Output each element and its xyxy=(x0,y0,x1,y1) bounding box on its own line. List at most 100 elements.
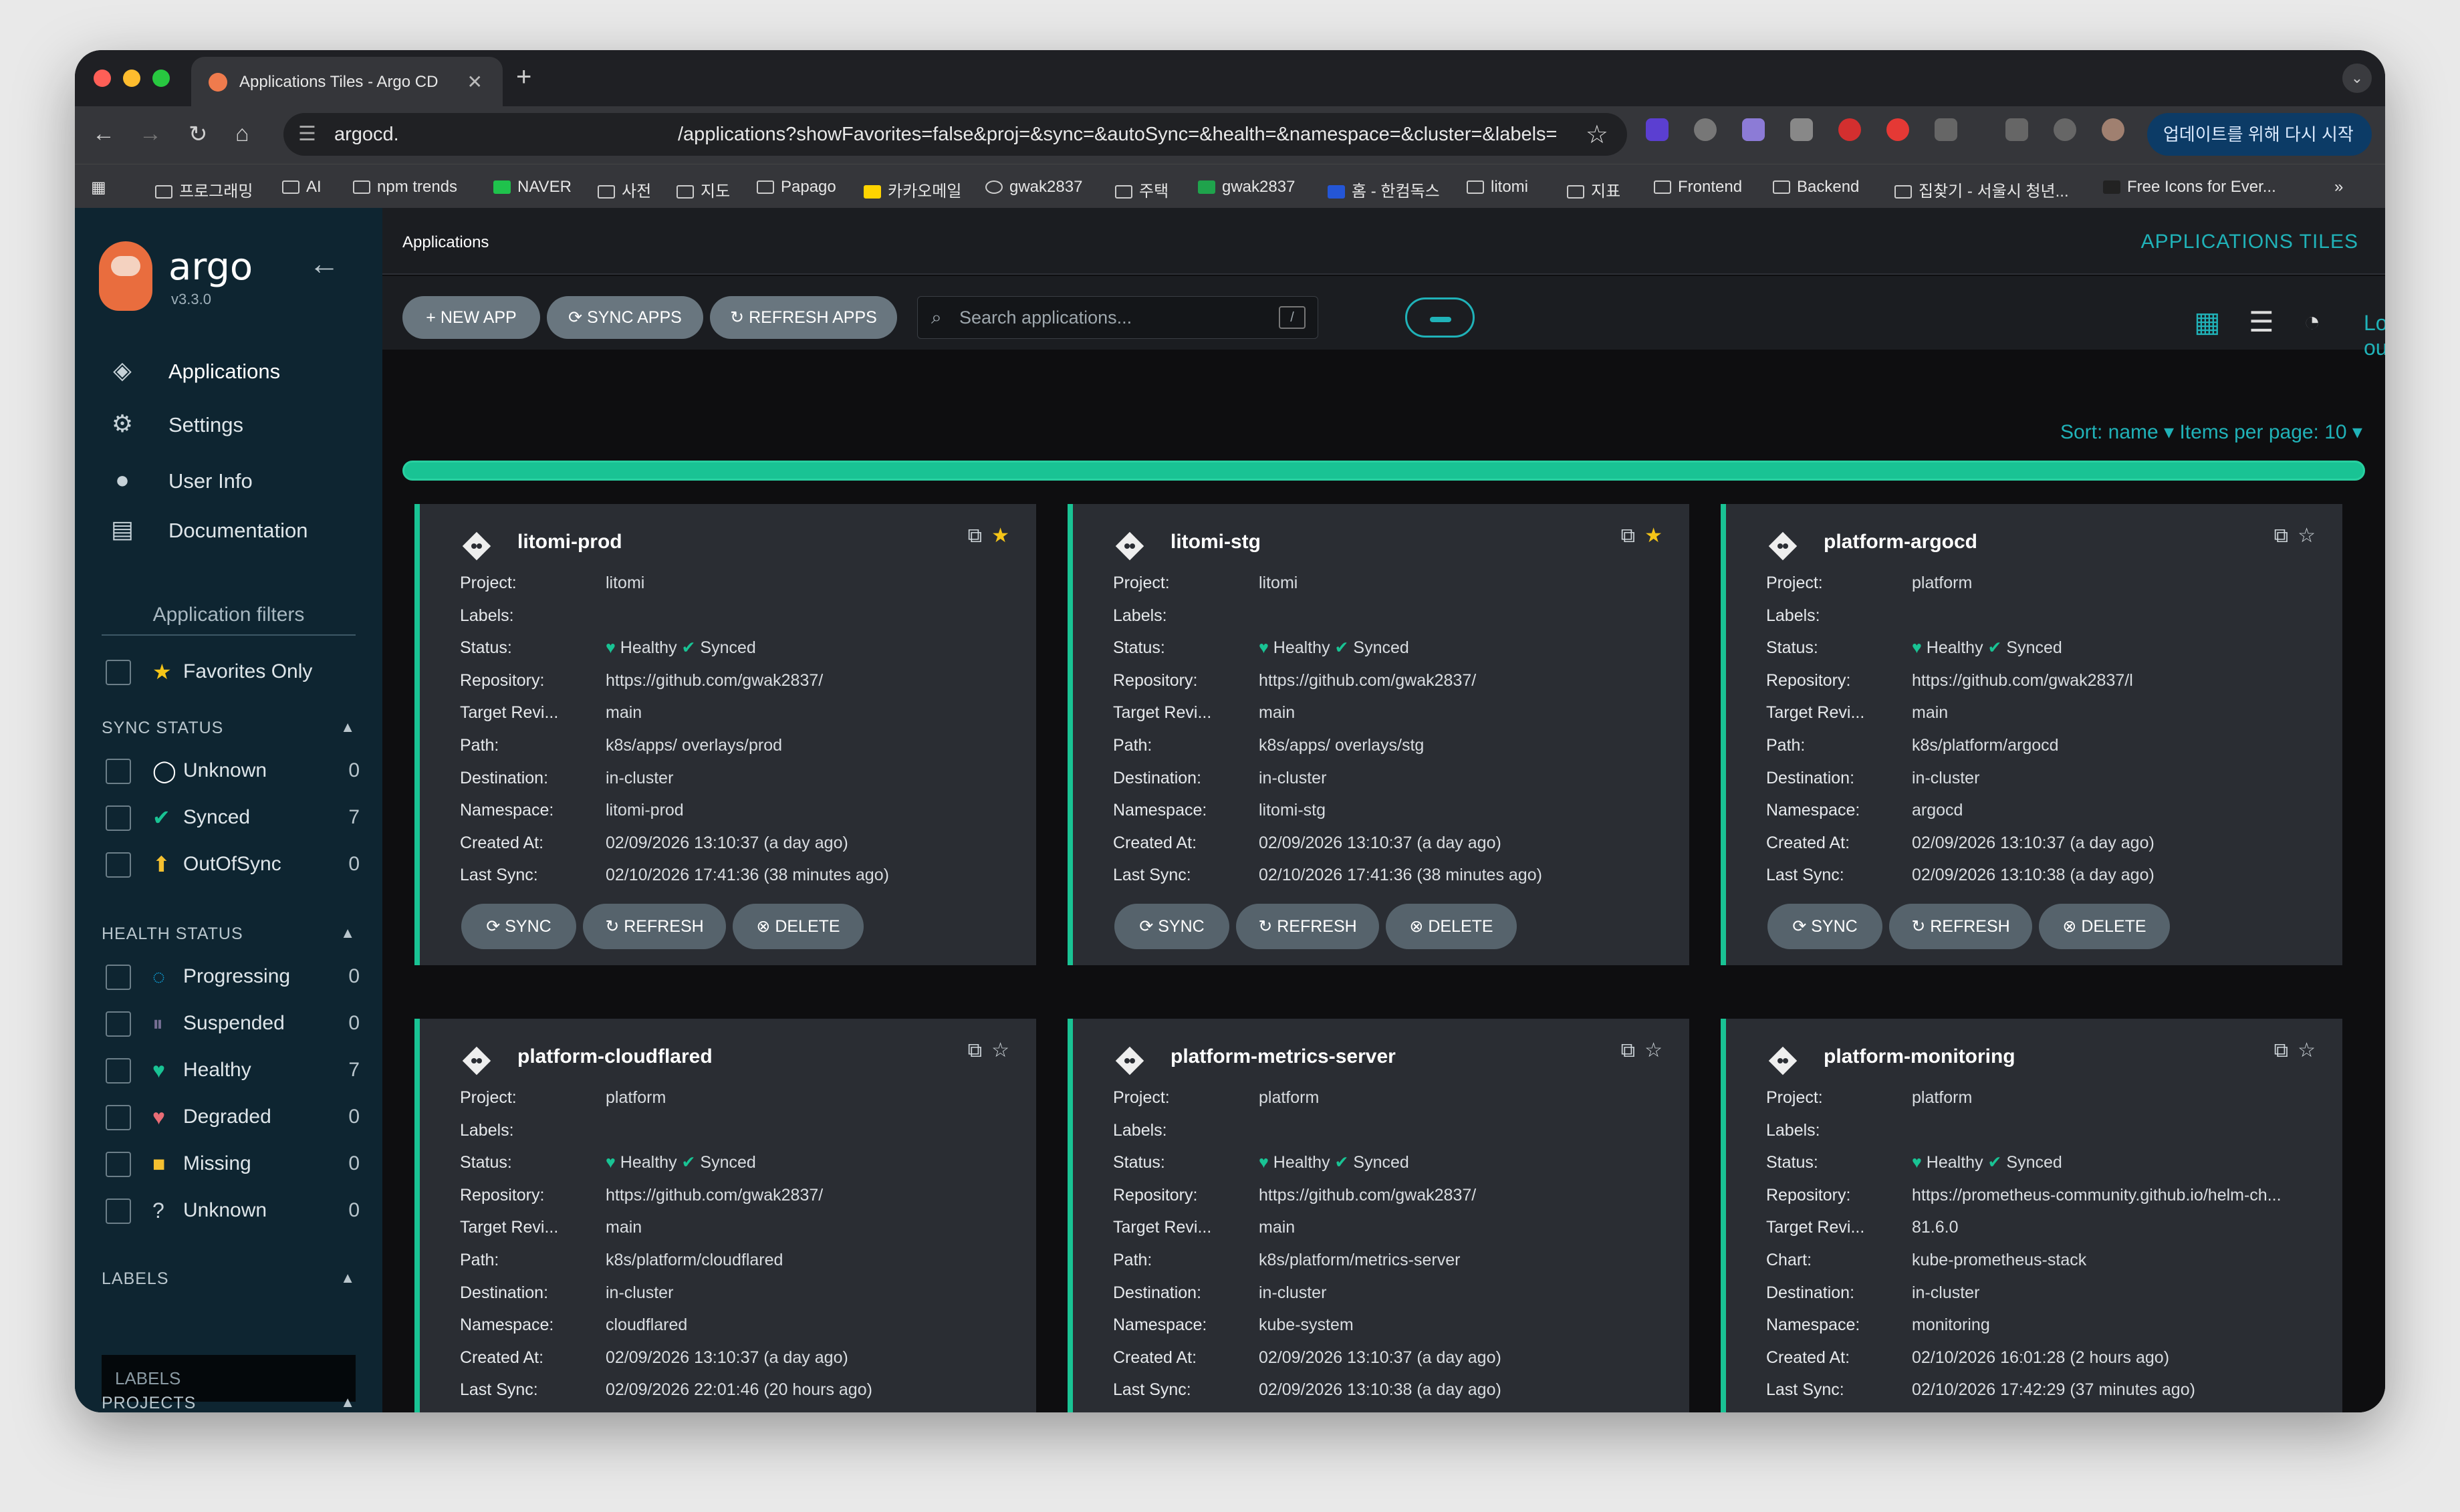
bookmark[interactable]: litomi xyxy=(1467,178,1528,197)
summary-view-icon[interactable]: ◔ xyxy=(2304,305,2320,338)
nav-documentation[interactable]: ▤ Documentation xyxy=(106,515,308,543)
filter-outofsync[interactable]: ⬆ OutOfSync 0 xyxy=(106,851,360,878)
health-status-header[interactable]: HEALTH STATUS ▲ xyxy=(102,924,356,944)
delete-button[interactable]: ⊗ DELETE xyxy=(2039,904,2170,949)
bookmark[interactable]: Frontend xyxy=(1654,178,1742,197)
extension-icon[interactable] xyxy=(1646,118,1669,141)
app-name[interactable]: platform-monitoring xyxy=(1824,1045,2015,1068)
delete-button[interactable]: ⊗ DELETE xyxy=(1386,904,1517,949)
zoom-window-button[interactable] xyxy=(152,70,170,87)
filter-degraded[interactable]: ♥ Degraded 0 xyxy=(106,1104,360,1131)
filter-healthy[interactable]: ♥ Healthy 7 xyxy=(106,1057,360,1084)
app-card[interactable]: platform-argocd ⧉ ☆ Project: platform Labels:… xyxy=(1721,504,2342,965)
favorites-filter[interactable]: ★ Favorites Only xyxy=(106,658,360,686)
close-window-button[interactable] xyxy=(94,70,111,87)
bookmark[interactable]: 집찾기 - 서울시 청년... xyxy=(1894,178,2069,201)
forward-icon[interactable]: → xyxy=(139,121,162,147)
external-link-icon[interactable]: ⧉ xyxy=(2274,525,2288,547)
app-name[interactable]: platform-cloudflared xyxy=(517,1045,713,1068)
app-card[interactable]: litomi-stg ⧉ ★ Project: litomi Labels: Status:… xyxy=(1068,504,1689,965)
checkbox[interactable] xyxy=(106,1152,131,1178)
checkbox[interactable] xyxy=(106,1105,131,1131)
filter-health-unknown[interactable]: ? Unknown 0 xyxy=(106,1197,360,1225)
refresh-apps-button[interactable]: ↻ REFRESH APPS xyxy=(710,296,897,339)
external-link-icon[interactable]: ⧉ xyxy=(1621,525,1635,547)
bookmark[interactable]: 지표 xyxy=(1567,178,1620,201)
namespace-filter-toggle[interactable] xyxy=(1405,297,1475,338)
nav-applications[interactable]: ◈ Applications xyxy=(106,356,280,384)
checkbox[interactable] xyxy=(106,805,131,832)
update-button[interactable]: 업데이트를 위해 다시 시작 ⋮ xyxy=(2147,113,2372,187)
filter-synced[interactable]: ✔ Synced 7 xyxy=(106,804,360,832)
extension-icon[interactable] xyxy=(1742,118,1765,141)
tiles-view-icon[interactable]: ▦ xyxy=(2194,305,2221,338)
nav-user-info[interactable]: ● User Info xyxy=(106,466,253,494)
app-card[interactable]: platform-cloudflared ⧉ ☆ Project: platform La… xyxy=(414,1019,1036,1412)
external-link-icon[interactable]: ⧉ xyxy=(968,1039,982,1061)
more-bookmarks-icon[interactable]: » xyxy=(2334,178,2343,197)
checkbox[interactable] xyxy=(106,1011,131,1037)
breadcrumb[interactable]: Applications xyxy=(402,233,489,252)
sync-status-header[interactable]: SYNC STATUS ▲ xyxy=(102,719,356,738)
checkbox[interactable] xyxy=(106,660,131,686)
labels-header[interactable]: LABELS ▲ xyxy=(102,1269,356,1289)
bookmark[interactable]: 프로그래밍 xyxy=(155,178,253,201)
bookmark[interactable]: npm trends xyxy=(353,178,457,197)
profile-avatar[interactable] xyxy=(2102,118,2124,141)
star-outline-icon[interactable]: ☆ xyxy=(1644,1039,1663,1061)
star-outline-icon[interactable]: ☆ xyxy=(991,1039,1009,1061)
sync-button[interactable]: ⟳ SYNC xyxy=(1767,904,1882,949)
checkbox[interactable] xyxy=(106,965,131,991)
list-view-icon[interactable]: ☰ xyxy=(2249,305,2274,338)
home-icon[interactable]: ⌂ xyxy=(235,121,249,147)
app-card[interactable]: litomi-prod ⧉ ★ Project: litomi Labels: Status… xyxy=(414,504,1036,965)
download-icon[interactable] xyxy=(2005,118,2028,141)
bookmark[interactable]: 카카오메일 xyxy=(864,178,961,201)
refresh-button[interactable]: ↻ REFRESH xyxy=(1889,904,2032,949)
bookmark[interactable]: NAVER xyxy=(493,178,572,197)
puzzle-icon[interactable] xyxy=(1935,118,1957,141)
filter-missing[interactable]: ■ Missing 0 xyxy=(106,1150,360,1178)
minimize-window-button[interactable] xyxy=(123,70,140,87)
back-icon[interactable]: ← xyxy=(92,121,115,147)
sync-apps-button[interactable]: ⟳ SYNC APPS xyxy=(547,296,703,339)
bookmark[interactable]: gwak2837 xyxy=(985,178,1082,197)
checkbox[interactable] xyxy=(106,1199,131,1225)
collapse-sidebar-icon[interactable]: ← xyxy=(309,245,340,281)
app-card[interactable]: platform-metrics-server ⧉ ☆ Project: platfor… xyxy=(1068,1019,1689,1412)
site-settings-icon[interactable]: ☰ xyxy=(298,122,316,146)
bookmark[interactable]: Free Icons for Ever... xyxy=(2103,178,2276,197)
bookmark-star-icon[interactable]: ☆ xyxy=(1586,120,1608,150)
star-outline-icon[interactable]: ☆ xyxy=(2298,1039,2316,1061)
projects-header[interactable]: PROJECTS ▲ xyxy=(102,1394,356,1412)
bookmark[interactable]: 주택 xyxy=(1115,178,1168,201)
sync-button[interactable]: ⟳ SYNC xyxy=(1114,904,1229,949)
app-name[interactable]: litomi-prod xyxy=(517,531,622,553)
app-card[interactable]: platform-monitoring ⧉ ☆ Project: platform Lab… xyxy=(1721,1019,2342,1412)
star-filled-icon[interactable]: ★ xyxy=(1644,525,1663,547)
close-tab-icon[interactable]: ✕ xyxy=(467,71,483,93)
filter-progressing[interactable]: ◌ Progressing 0 xyxy=(106,963,360,991)
refresh-button[interactable]: ↻ REFRESH xyxy=(583,904,726,949)
filter-suspended[interactable]: ⏸ Suspended 0 xyxy=(106,1010,360,1037)
checkbox[interactable] xyxy=(106,759,131,785)
external-link-icon[interactable]: ⧉ xyxy=(2274,1039,2288,1061)
bookmark[interactable]: AI xyxy=(282,178,322,197)
new-app-button[interactable]: + NEW APP xyxy=(402,296,540,339)
bookmark[interactable]: 사전 xyxy=(598,178,651,201)
filter-sync-unknown[interactable]: ◯ Unknown 0 xyxy=(106,757,360,785)
star-outline-icon[interactable]: ☆ xyxy=(2298,525,2316,547)
app-name[interactable]: litomi-stg xyxy=(1171,531,1261,553)
new-tab-icon[interactable]: + xyxy=(516,62,531,92)
search-input[interactable]: ⌕ Search applications... / xyxy=(917,296,1318,339)
extension-icon[interactable] xyxy=(1886,118,1909,141)
sync-button[interactable]: ⟳ SYNC xyxy=(461,904,576,949)
refresh-button[interactable]: ↻ REFRESH xyxy=(1236,904,1379,949)
delete-button[interactable]: ⊗ DELETE xyxy=(733,904,864,949)
tab-search-icon[interactable]: ⌄ xyxy=(2342,64,2372,93)
checkbox[interactable] xyxy=(106,1058,131,1084)
camera-icon[interactable] xyxy=(1790,118,1813,141)
nav-settings[interactable]: ⚙ Settings xyxy=(106,410,243,438)
bookmark[interactable]: 지도 xyxy=(676,178,730,201)
extension-icon[interactable] xyxy=(1694,118,1717,141)
